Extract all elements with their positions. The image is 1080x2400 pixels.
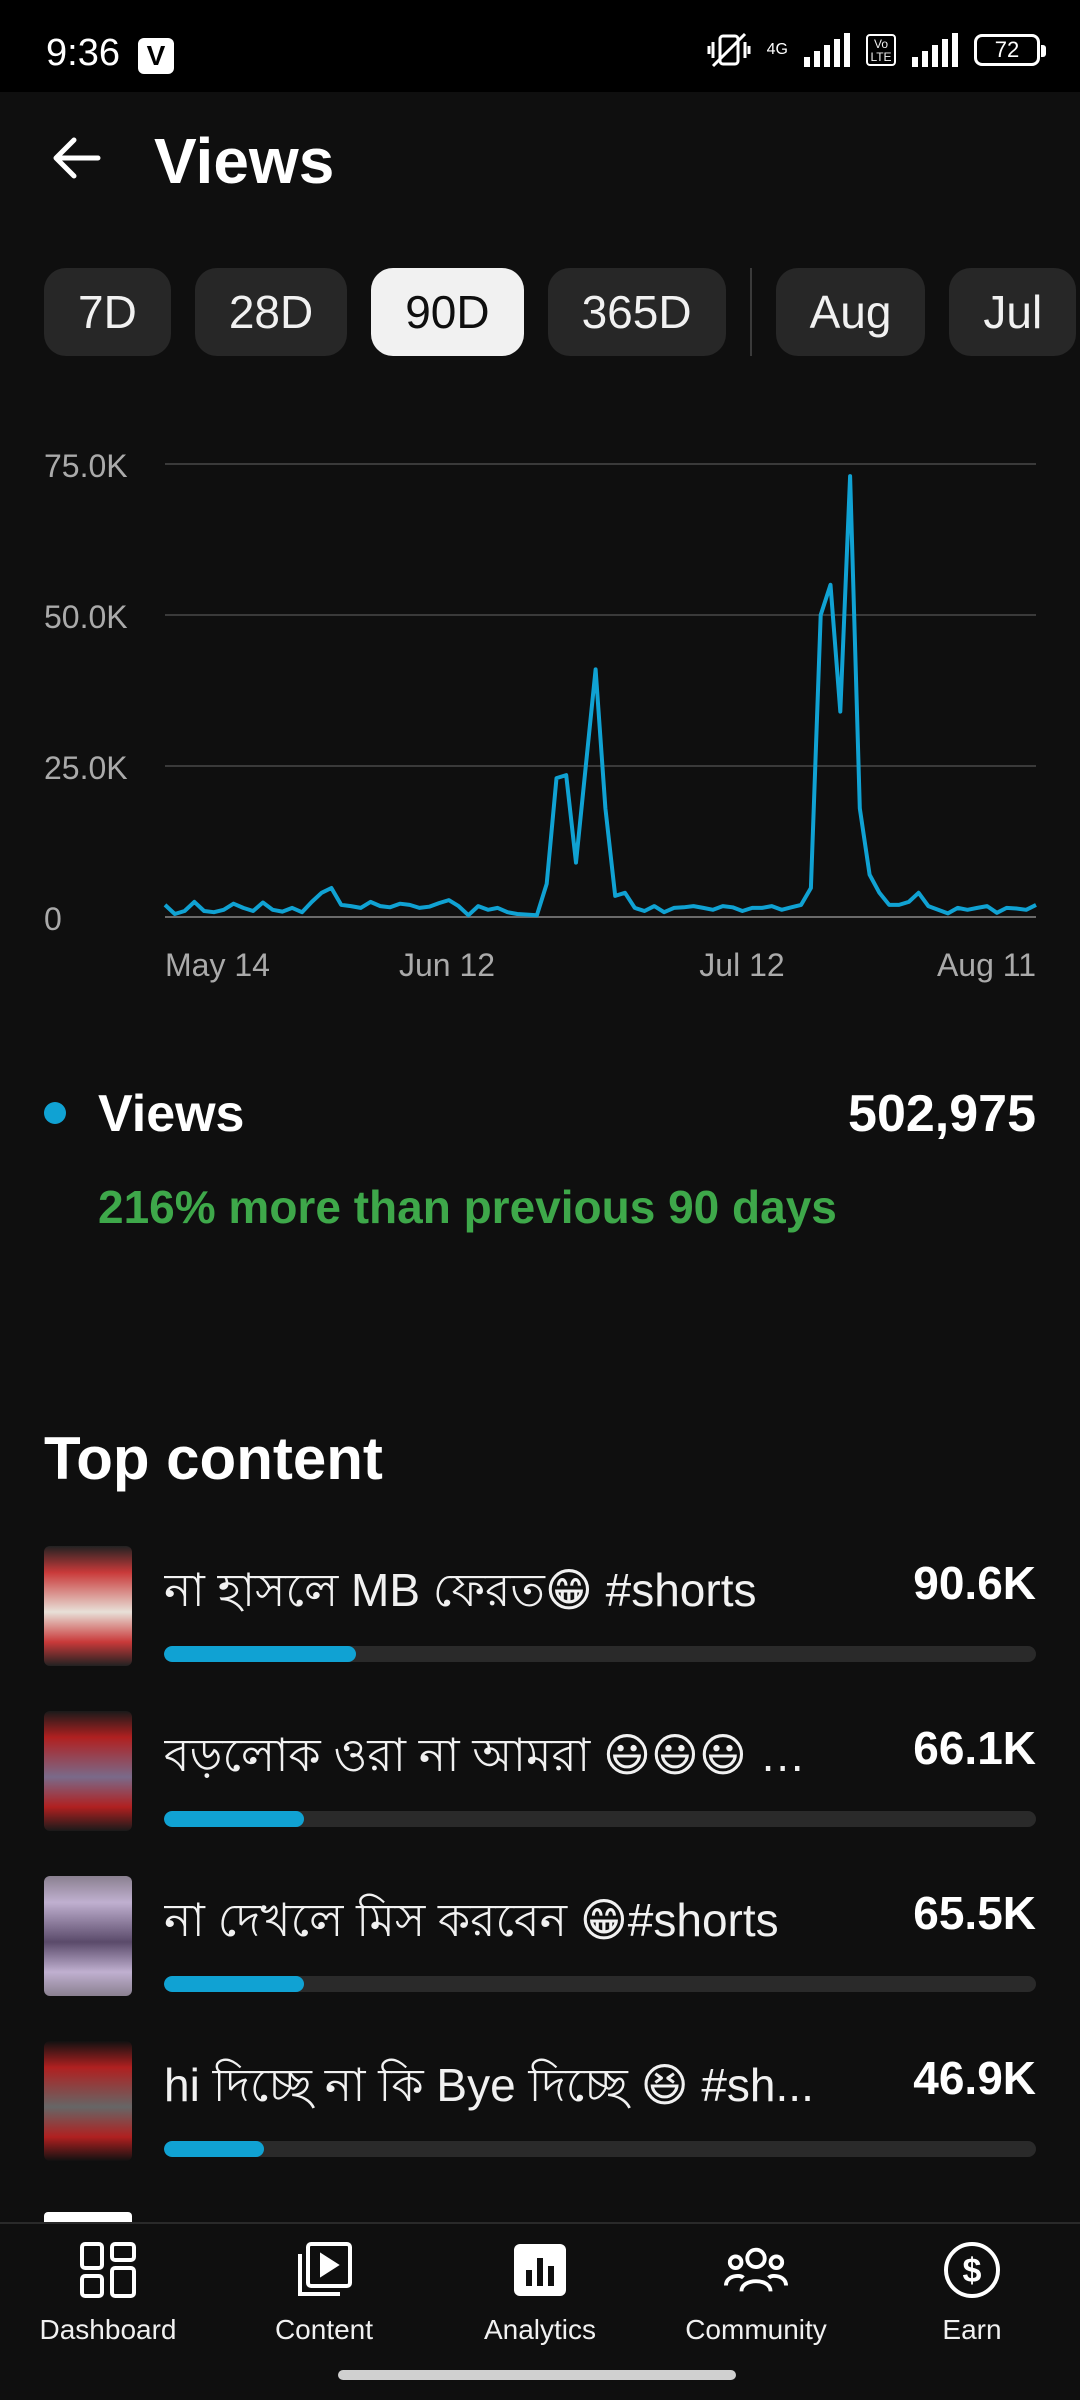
views-share-bar <box>164 1811 1036 1827</box>
top-content-title: Top content <box>44 1425 383 1492</box>
video-title: বড়লোক ওরা না আমরা 😃😃😃 … <box>164 1729 806 1781</box>
content-item[interactable]: hi দিচ্ছে না কি Bye দিচ্ছে 😆 #sh... 46.9… <box>0 2041 1080 2206</box>
range-chip-365d[interactable]: 365D <box>547 268 726 356</box>
x-tick-label: Jul 12 <box>699 947 784 983</box>
views-share-fill <box>164 1811 304 1827</box>
metric-label: Views <box>98 1085 245 1143</box>
home-indicator <box>338 2370 736 2380</box>
dashboard-icon <box>76 2238 140 2302</box>
nav-community[interactable]: Community <box>648 2238 864 2368</box>
video-thumbnail <box>44 1711 132 1831</box>
community-icon <box>724 2238 788 2302</box>
video-title: না হাসলে MB ফেরত😁 #shorts <box>164 1564 757 1616</box>
nav-label: Analytics <box>483 2314 597 2345</box>
nav-label: Content <box>274 2314 374 2345</box>
range-chip-aug[interactable]: Aug <box>775 268 926 356</box>
content-item[interactable]: না হাসলে MB ফেরত😁 #shorts 90.6K <box>0 1546 1080 1711</box>
metric-comparison: 216% more than previous 90 days <box>98 1181 837 1233</box>
nav-dashboard[interactable]: Dashboard <box>0 2238 216 2368</box>
views-series-line <box>163 474 1037 918</box>
views-share-fill <box>164 1976 304 1992</box>
views-line-chart[interactable]: 0 25.0K 50.0K 75.0K May 14 Jun 12 Jul 12 Aug 11 <box>0 420 1080 1000</box>
series-legend-dot <box>44 1102 66 1124</box>
nav-label: Dashboard <box>39 2314 177 2345</box>
video-title: না দেখলে মিস করবেন 😁#shorts <box>164 1894 779 1946</box>
video-thumbnail <box>44 2041 132 2161</box>
signal-strength-icon-1 <box>804 33 850 67</box>
range-chip-jul[interactable]: Jul <box>949 268 1077 356</box>
vibrate-off-icon <box>707 32 751 68</box>
page-title: Views <box>154 125 335 197</box>
earn-icon: $ <box>940 2238 1004 2302</box>
nav-label: Community <box>685 2314 827 2345</box>
range-chips: 7D 28D 90D 365D Aug Jul <box>44 268 1077 356</box>
content-icon <box>292 2238 356 2302</box>
video-thumbnail <box>44 1546 132 1666</box>
y-tick-label: 25.0K <box>44 750 128 786</box>
range-chip-7d[interactable]: 7D <box>44 268 171 356</box>
video-thumbnail-partial <box>44 2212 132 2222</box>
nav-earn[interactable]: $ Earn <box>864 2238 1080 2368</box>
volte-icon: Vo LTE <box>866 34 896 66</box>
x-tick-label: Jun 12 <box>399 947 495 983</box>
views-share-bar <box>164 1976 1036 1992</box>
metric-total-value: 502,975 <box>848 1085 1036 1143</box>
y-tick-label: 75.0K <box>44 448 128 484</box>
chip-divider <box>749 268 752 356</box>
video-thumbnail <box>44 1876 132 1996</box>
analytics-icon <box>508 2238 572 2302</box>
signal-strength-icon-2 <box>912 33 958 67</box>
nav-content[interactable]: Content <box>216 2238 432 2368</box>
back-button[interactable] <box>40 122 112 194</box>
nav-label: Earn <box>942 2314 1002 2345</box>
views-share-fill <box>164 1646 356 1662</box>
svg-text:$: $ <box>963 2252 982 2290</box>
network-type: 4G <box>766 41 788 58</box>
nav-analytics[interactable]: Analytics <box>432 2238 648 2368</box>
views-share-bar <box>164 2141 1036 2157</box>
video-views: 66.1K <box>913 1722 1036 1774</box>
top-content-list: না হাসলে MB ফেরত😁 #shorts 90.6K বড়লোক ও… <box>0 1546 1080 2206</box>
notification-v-icon: V <box>138 38 174 74</box>
status-indicators: 4G Vo LTE 72 <box>707 30 1046 70</box>
views-share-bar <box>164 1646 1036 1662</box>
video-views: 65.5K <box>913 1887 1036 1939</box>
x-tick-label: May 14 <box>165 947 270 983</box>
arrow-back-icon <box>53 137 101 179</box>
x-tick-label: Aug 11 <box>937 947 1036 983</box>
status-time: 9:36 <box>46 32 120 74</box>
content-item[interactable]: না দেখলে মিস করবেন 😁#shorts 65.5K <box>0 1876 1080 2041</box>
video-views: 90.6K <box>913 1557 1036 1609</box>
battery-icon: 72 <box>974 34 1046 66</box>
views-share-fill <box>164 2141 265 2157</box>
y-tick-label: 0 <box>44 901 62 937</box>
video-views: 46.9K <box>913 2052 1036 2104</box>
content-item[interactable]: বড়লোক ওরা না আমরা 😃😃😃 … 66.1K <box>0 1711 1080 1876</box>
y-tick-label: 50.0K <box>44 599 128 635</box>
range-chip-28d[interactable]: 28D <box>194 268 348 356</box>
video-title: hi দিচ্ছে না কি Bye দিচ্ছে 😆 #sh... <box>164 2059 814 2111</box>
range-chip-90d[interactable]: 90D <box>371 268 524 356</box>
status-bar: 9:36 V 4G Vo LTE 72 <box>0 0 1080 92</box>
